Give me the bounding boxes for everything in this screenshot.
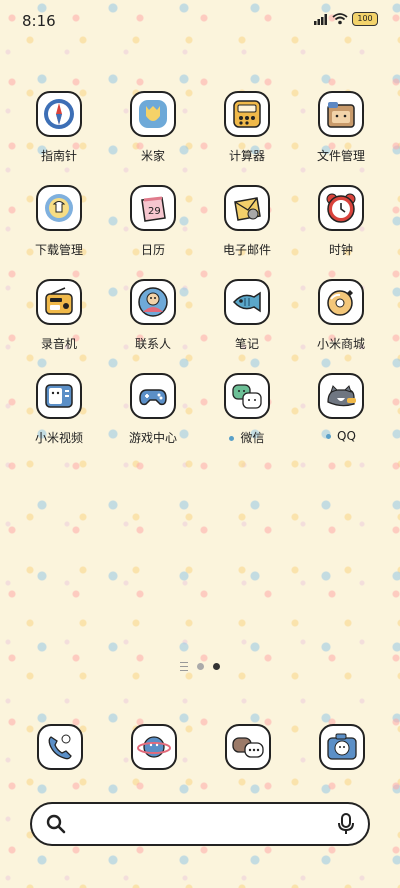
app-label: 录音机 — [40, 337, 77, 351]
app-file-manager[interactable]: 文件管理 — [294, 91, 388, 164]
app-contacts[interactable]: 联系人 — [106, 279, 200, 352]
app-label: 游戏中心 — [128, 431, 177, 445]
wechat-cats-icon — [224, 373, 270, 419]
app-wechat[interactable]: 微信 — [200, 373, 294, 446]
app-label: 文件管理 — [316, 149, 365, 163]
app-mi-video[interactable]: 小米视频 — [12, 373, 106, 446]
new-indicator-dot — [229, 436, 235, 441]
app-label: 下载管理 — [34, 243, 83, 257]
donut-store-icon — [318, 279, 364, 325]
app-label: 日历 — [140, 243, 165, 257]
camera-icon — [319, 724, 365, 770]
status-icons: 100 — [314, 12, 378, 26]
app-game-center[interactable]: 游戏中心 — [106, 373, 200, 446]
dock-browser[interactable] — [131, 724, 177, 770]
new-indicator-dot — [326, 434, 332, 439]
app-drawer-indicator-icon[interactable] — [180, 662, 188, 671]
app-label: 电子邮件 — [222, 243, 271, 257]
app-qq[interactable]: QQ — [294, 373, 388, 443]
email-icon — [224, 185, 270, 231]
app-mi-store[interactable]: 小米商城 — [294, 279, 388, 352]
app-label: 小米视频 — [34, 431, 83, 445]
app-calculator[interactable]: 计算器 — [200, 91, 294, 164]
planet-browser-icon — [131, 724, 177, 770]
contacts-icon — [130, 279, 176, 325]
dock-phone[interactable] — [37, 724, 83, 770]
radio-recorder-icon — [36, 279, 82, 325]
signal-icon — [314, 13, 327, 25]
app-label: 米家 — [140, 149, 165, 163]
download-manager-icon — [36, 185, 82, 231]
battery-icon: 100 — [352, 12, 378, 26]
page-indicator[interactable] — [0, 662, 400, 671]
alarm-clock-icon — [318, 185, 364, 231]
page-dot-1[interactable] — [197, 663, 204, 670]
app-recorder[interactable]: 录音机 — [12, 279, 106, 352]
search-bar[interactable] — [30, 802, 370, 846]
app-mijia[interactable]: 米家 — [106, 91, 200, 164]
page-dot-2-active[interactable] — [213, 663, 220, 670]
app-email[interactable]: 电子邮件 — [200, 185, 294, 258]
tv-video-icon — [36, 373, 82, 419]
app-clock[interactable]: 时钟 — [294, 185, 388, 258]
dock-camera[interactable] — [319, 724, 365, 770]
app-label: 时钟 — [328, 243, 353, 257]
qq-cat-icon — [318, 373, 364, 419]
app-label: 联系人 — [134, 337, 171, 351]
mijia-icon — [130, 91, 176, 137]
wifi-icon — [332, 13, 348, 25]
app-label: 计算器 — [228, 149, 265, 163]
fish-notes-icon — [224, 279, 270, 325]
compass-icon — [36, 91, 82, 137]
microphone-icon[interactable] — [338, 813, 354, 835]
app-label: 笔记 — [234, 337, 259, 351]
app-label: 小米商城 — [316, 337, 365, 351]
dock-messages[interactable] — [225, 724, 271, 770]
app-download-manager[interactable]: 下载管理 — [12, 185, 106, 258]
app-label: 微信 — [200, 429, 294, 446]
app-label: QQ — [294, 429, 388, 443]
app-label: 指南针 — [40, 149, 77, 163]
app-calendar[interactable]: 29 日历 — [106, 185, 200, 258]
app-compass[interactable]: 指南针 — [12, 91, 106, 164]
calculator-icon — [224, 91, 270, 137]
app-notes[interactable]: 笔记 — [200, 279, 294, 352]
status-time: 8:16 — [22, 12, 56, 30]
messages-chat-icon — [225, 724, 271, 770]
file-manager-icon — [318, 91, 364, 137]
status-bar: 8:16 100 — [0, 0, 400, 40]
phone-icon — [37, 724, 83, 770]
search-icon[interactable] — [46, 814, 66, 834]
calendar-icon: 29 — [130, 185, 176, 231]
gamepad-icon — [130, 373, 176, 419]
svg-text:29: 29 — [148, 206, 161, 217]
